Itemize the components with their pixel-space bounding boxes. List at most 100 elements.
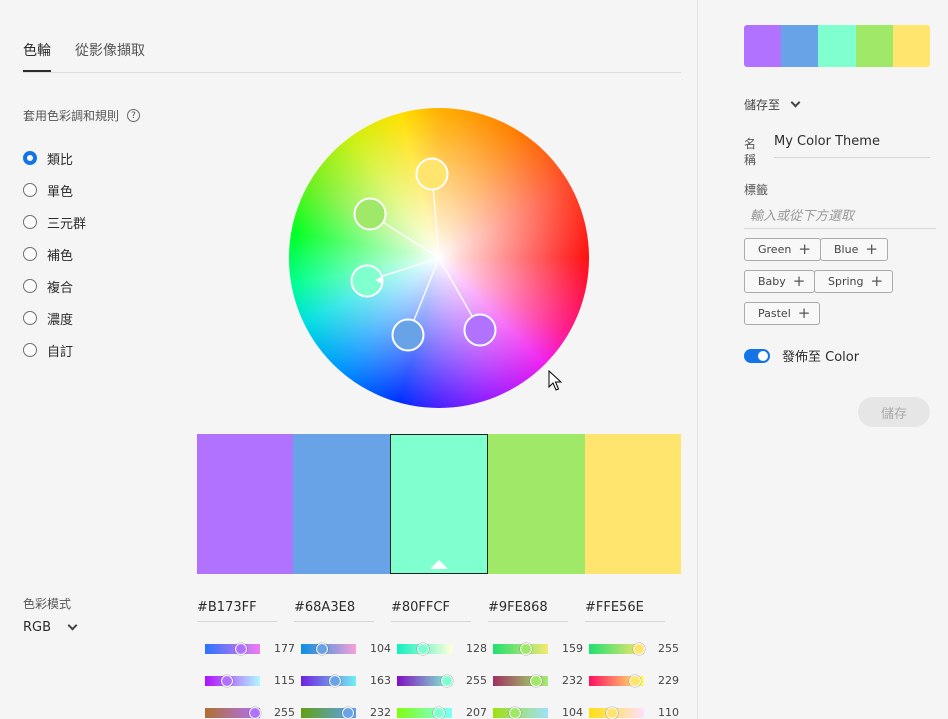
slider-row-red: 177 104 128 159 255 (205, 642, 685, 655)
radio-selected-icon[interactable] (23, 151, 37, 165)
slider-handle[interactable] (316, 642, 328, 655)
hex-input[interactable]: #68A3E8 (294, 600, 374, 622)
rule-compound[interactable]: 複合 (23, 270, 86, 302)
help-icon[interactable]: ? (127, 109, 141, 122)
wheel-handle[interactable] (353, 197, 387, 231)
slider-value[interactable]: 163 (370, 674, 394, 687)
theme-name-input[interactable]: My Color Theme (774, 133, 930, 158)
wheel-handle[interactable] (463, 313, 497, 347)
slider-track[interactable] (301, 706, 356, 719)
slider-value[interactable]: 232 (370, 706, 394, 719)
slider-value[interactable]: 104 (562, 706, 586, 719)
slider-handle[interactable] (221, 674, 233, 687)
color-swatch[interactable] (197, 434, 294, 574)
slider-value[interactable]: 159 (562, 642, 586, 655)
slider-handle[interactable] (249, 706, 261, 719)
radio-icon[interactable] (23, 215, 37, 229)
color-swatch[interactable] (488, 434, 585, 574)
slider-value[interactable]: 115 (274, 674, 298, 687)
slider-track[interactable] (493, 642, 548, 655)
rule-label: 複合 (47, 280, 74, 296)
slider-handle[interactable] (329, 674, 341, 687)
color-mode-dropdown[interactable]: RGB (23, 620, 78, 635)
slider-handle[interactable] (433, 706, 445, 719)
slider-value[interactable]: 232 (562, 674, 586, 687)
slider-track[interactable] (589, 674, 644, 687)
plus-icon: + (798, 240, 811, 258)
preview-swatch (892, 25, 930, 67)
rule-triad[interactable]: 三元群 (23, 206, 86, 238)
radio-icon[interactable] (23, 311, 37, 325)
slider-value[interactable]: 207 (466, 706, 490, 719)
slider-track[interactable] (397, 674, 453, 687)
tag-label: Pastel (758, 307, 791, 320)
slider-value[interactable]: 255 (658, 642, 682, 655)
slider-handle[interactable] (342, 706, 354, 719)
wheel-handle[interactable] (415, 157, 449, 191)
rule-shades[interactable]: 濃度 (23, 302, 86, 334)
color-swatch[interactable] (293, 434, 390, 574)
radio-icon[interactable] (23, 247, 37, 261)
hex-input[interactable]: #B173FF (197, 600, 277, 622)
slider-track[interactable] (301, 674, 356, 687)
tag-chip-pastel[interactable]: Pastel + (744, 302, 821, 325)
color-swatch[interactable] (584, 434, 682, 574)
radio-icon[interactable] (23, 279, 37, 293)
color-swatch-selected[interactable] (389, 434, 489, 574)
main-panel: 色輪 從影像擷取 套用色彩調和規則 ? 類比 單色 三元群 補色 複合 濃度 自… (0, 0, 697, 719)
slider-value[interactable]: 177 (274, 642, 298, 655)
slider-handle[interactable] (633, 642, 645, 655)
slider-track[interactable] (397, 642, 452, 655)
publish-toggle[interactable] (744, 348, 770, 363)
rule-complementary[interactable]: 補色 (23, 238, 86, 270)
slider-value[interactable]: 229 (658, 674, 682, 687)
slider-handle[interactable] (417, 642, 429, 655)
slider-track[interactable] (397, 706, 452, 719)
tag-chip-baby[interactable]: Baby + (744, 270, 816, 293)
hex-input[interactable]: #80FFCF (391, 600, 471, 622)
rule-analogous[interactable]: 類比 (23, 142, 86, 174)
slider-track[interactable] (589, 642, 645, 655)
chevron-down-icon (67, 620, 78, 631)
slider-track[interactable] (493, 674, 548, 687)
hex-input[interactable]: #9FE868 (488, 600, 568, 622)
slider-value[interactable]: 110 (658, 706, 682, 719)
slider-handle[interactable] (520, 642, 532, 655)
slider-track[interactable] (205, 642, 260, 655)
slider-handle[interactable] (530, 674, 542, 687)
chevron-down-icon (790, 97, 801, 108)
tag-chip-spring[interactable]: Spring + (814, 270, 894, 293)
tags-input[interactable]: 輸入或從下方選取 (744, 205, 936, 229)
slider-track[interactable] (205, 706, 261, 719)
tag-chip-blue[interactable]: Blue + (820, 238, 888, 261)
rule-monochromatic[interactable]: 單色 (23, 174, 86, 206)
tag-label: Spring (828, 275, 864, 288)
slider-value[interactable]: 255 (466, 674, 490, 687)
slider-handle[interactable] (509, 706, 521, 719)
tab-color-wheel[interactable]: 色輪 (23, 40, 51, 60)
slider-track[interactable] (589, 706, 644, 719)
slider-value[interactable]: 128 (466, 642, 490, 655)
save-button[interactable]: 儲存 (858, 397, 930, 427)
color-wheel-handles[interactable] (289, 108, 589, 408)
slider-value[interactable]: 255 (274, 706, 298, 719)
rule-custom[interactable]: 自訂 (23, 334, 86, 366)
slider-value[interactable]: 104 (370, 642, 394, 655)
plus-icon: + (792, 272, 806, 290)
tab-extract-from-image[interactable]: 從影像擷取 (75, 40, 145, 60)
tag-chip-green[interactable]: Green + (744, 238, 821, 261)
tag-label: Baby (758, 275, 786, 288)
theme-preview-strip (744, 25, 930, 67)
slider-handle[interactable] (606, 706, 618, 719)
slider-track[interactable] (205, 674, 260, 687)
slider-track[interactable] (301, 642, 356, 655)
slider-handle[interactable] (235, 642, 247, 655)
slider-handle[interactable] (441, 674, 453, 687)
radio-icon[interactable] (23, 343, 37, 357)
save-to-dropdown[interactable]: 儲存至 (744, 96, 801, 113)
slider-handle[interactable] (629, 674, 641, 687)
slider-track[interactable] (493, 706, 548, 719)
hex-input[interactable]: #FFE56E (585, 600, 665, 622)
wheel-handle[interactable] (391, 318, 425, 352)
radio-icon[interactable] (23, 183, 37, 197)
